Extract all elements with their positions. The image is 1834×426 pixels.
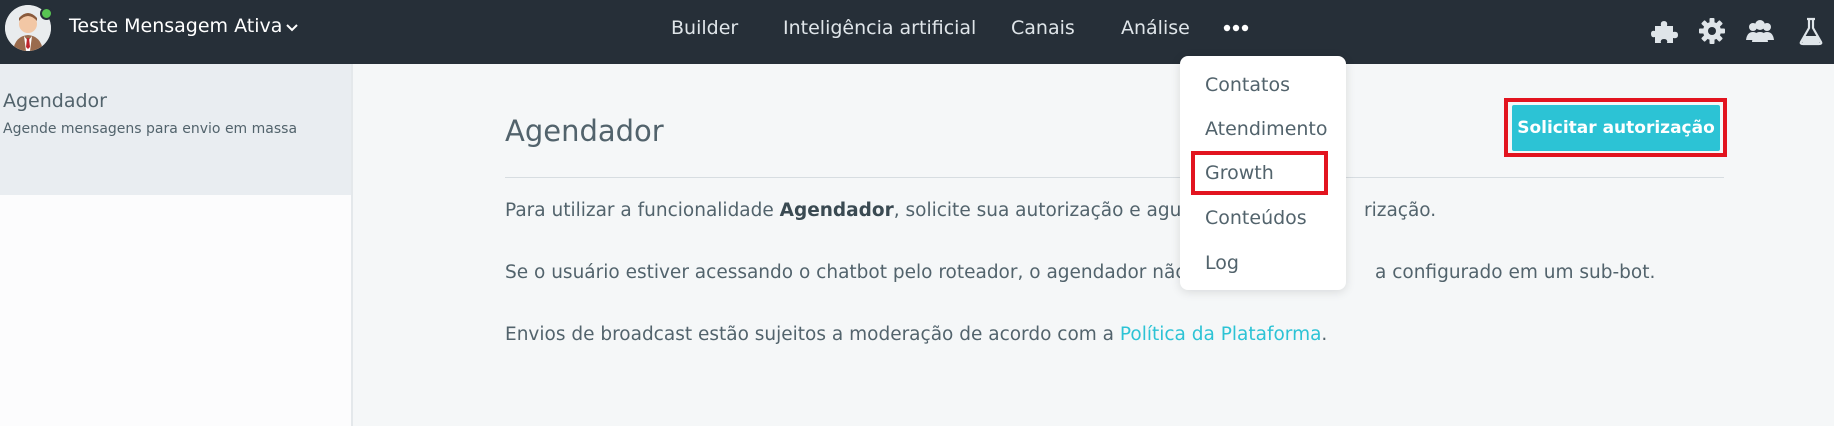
paragraph-3-text: Envios de broadcast estão sujeitos a mod…: [505, 324, 1120, 345]
platform-policy-link[interactable]: Política da Plataforma: [1120, 324, 1322, 345]
sidebar-item-title: Agendador: [3, 90, 107, 112]
nav-analise[interactable]: Análise: [1121, 17, 1190, 39]
sidebar: Agendador Agende mensagens para envio em…: [0, 64, 353, 426]
menu-item-log[interactable]: Log: [1205, 252, 1239, 274]
paragraph-1-text-after: , solicite sua autorização e aguarde: [893, 200, 1224, 221]
menu-item-atendimento[interactable]: Atendimento: [1205, 118, 1328, 140]
puzzle-icon[interactable]: [1650, 16, 1680, 46]
paragraph-1-bold: Agendador: [779, 200, 894, 221]
sidebar-item-subtitle: Agende mensagens para envio em massa: [3, 121, 298, 137]
flask-icon[interactable]: [1796, 16, 1826, 46]
sidebar-item-agendador[interactable]: Agendador Agende mensagens para envio em…: [0, 64, 351, 195]
info-paragraph-3: Envios de broadcast estão sujeitos a mod…: [505, 324, 1327, 345]
info-paragraph-1: Para utilizar a funcionalidade Agendador…: [505, 200, 1223, 221]
title-divider: [505, 177, 1724, 178]
info-paragraph-2-tail: a configurado em um sub-bot.: [1375, 262, 1656, 283]
page-title: Agendador: [505, 114, 664, 148]
gear-icon[interactable]: [1697, 16, 1727, 46]
nav-canais[interactable]: Canais: [1011, 17, 1075, 39]
more-menu-dropdown: Contatos Atendimento Growth Conteúdos Lo…: [1180, 56, 1346, 290]
paragraph-1-text: Para utilizar a funcionalidade: [505, 200, 780, 221]
more-dots-icon[interactable]: [1222, 20, 1250, 36]
request-authorization-button[interactable]: Solicitar autorização: [1512, 105, 1720, 151]
chevron-down-icon[interactable]: [284, 20, 300, 36]
top-navigation-bar: Teste Mensagem Ativa Builder Inteligênci…: [0, 0, 1834, 64]
nav-inteligencia-artificial[interactable]: Inteligência artificial: [783, 17, 976, 39]
bot-name[interactable]: Teste Mensagem Ativa: [69, 15, 282, 37]
menu-item-growth[interactable]: Growth: [1205, 162, 1274, 184]
info-paragraph-1-tail: rização.: [1364, 200, 1437, 221]
paragraph-3-end: .: [1321, 324, 1328, 345]
online-status-dot: [40, 7, 53, 20]
nav-builder[interactable]: Builder: [671, 17, 738, 39]
menu-item-conteudos[interactable]: Conteúdos: [1205, 207, 1307, 229]
info-paragraph-2: Se o usuário estiver acessando o chatbot…: [505, 262, 1223, 283]
menu-item-contatos[interactable]: Contatos: [1205, 74, 1290, 96]
team-icon[interactable]: [1745, 16, 1775, 46]
